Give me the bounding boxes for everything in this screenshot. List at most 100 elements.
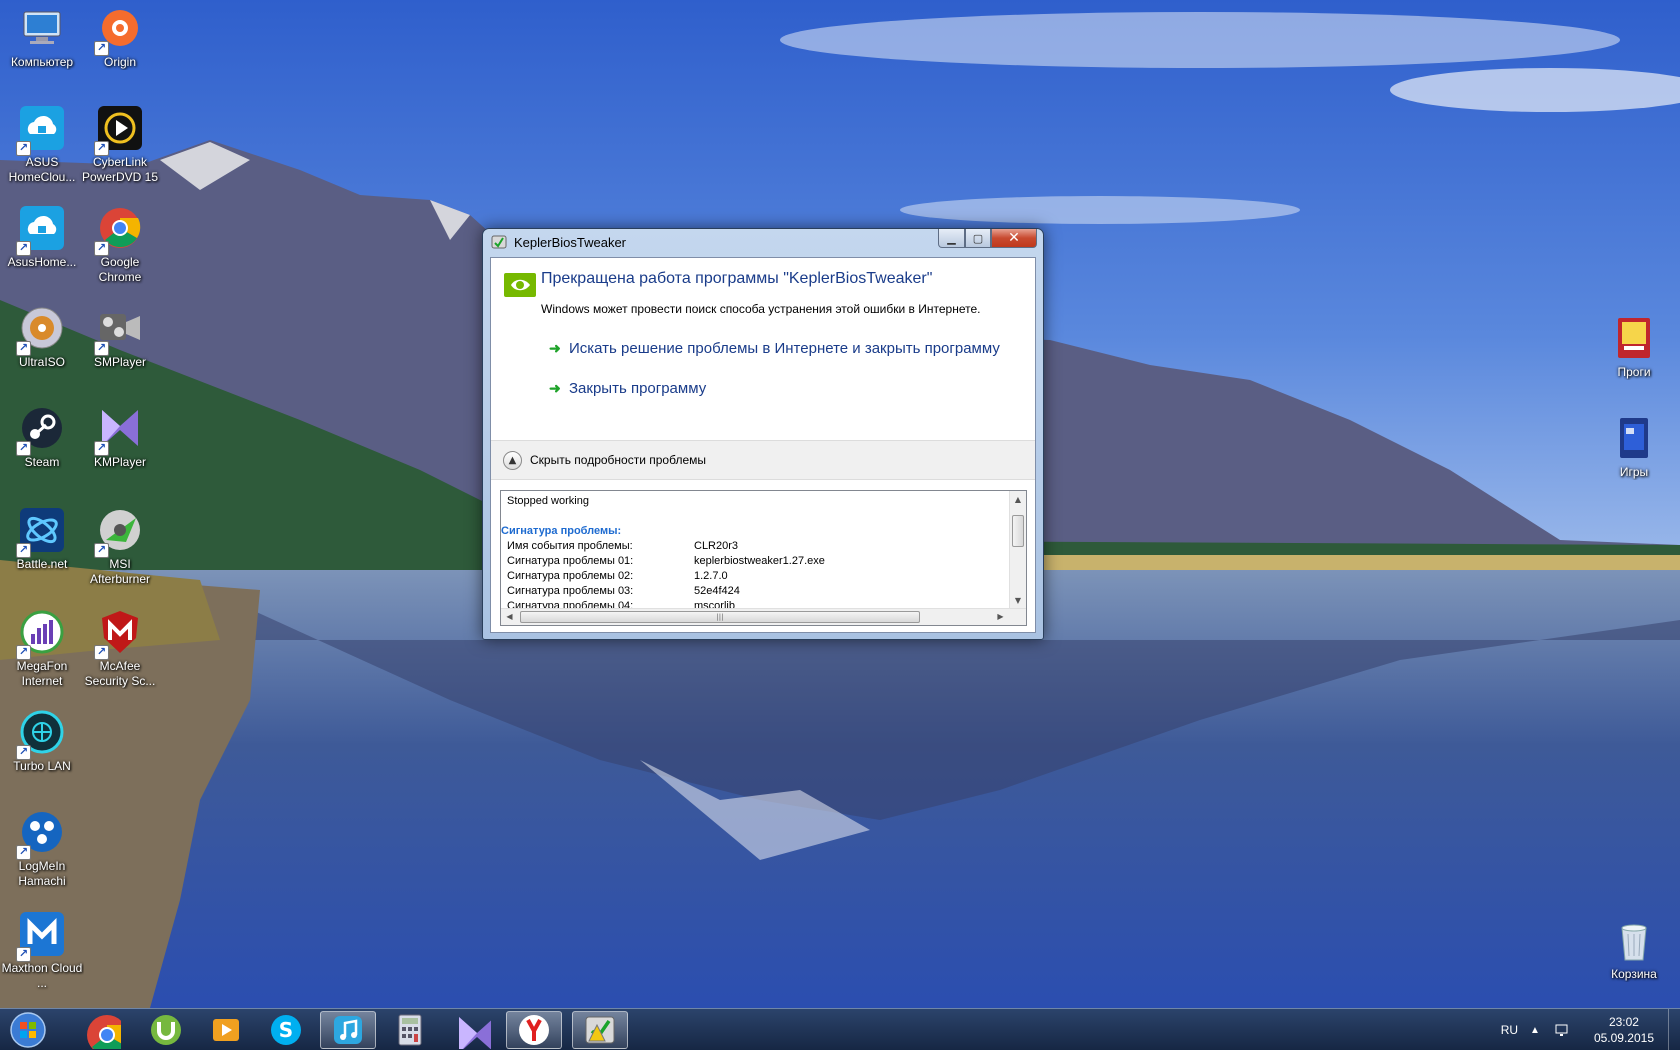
taskbar-app-itunes[interactable] <box>320 1011 376 1049</box>
desktop-icon-0[interactable]: Компьютер <box>0 0 84 96</box>
details-section-title: Сигнатура проблемы: <box>501 525 622 537</box>
shortcut-arrow-icon: ↗ <box>94 441 109 456</box>
calculator-icon <box>398 1014 422 1046</box>
desktop-icon-4[interactable]: ↗ AsusHome... <box>0 200 84 296</box>
shortcut-arrow-icon: ↗ <box>16 845 31 860</box>
desktop-icon-14[interactable]: ↗ Turbo LAN <box>0 704 84 800</box>
desktop-icon-13[interactable]: ↗ McAfee Security Sc... <box>78 604 162 700</box>
scroll-thumb[interactable] <box>1012 515 1024 547</box>
yandex-icon <box>519 1015 549 1045</box>
recycle-bin-icon <box>1621 924 1647 961</box>
details-textbox[interactable]: Stopped working Сигнатура проблемы: Имя … <box>500 490 1027 626</box>
search-solution-command[interactable]: ➜ Искать решение проблемы в Интернете и … <box>549 340 1000 357</box>
desktop-icon-label: Turbo LAN <box>13 759 71 773</box>
desktop-icon-label: McAfee Security Sc... <box>84 659 156 688</box>
details-header: Stopped working <box>507 495 589 507</box>
scroll-up-icon[interactable]: ▲ <box>1010 491 1026 508</box>
desktop-icon-12[interactable]: ↗ MegaFon Internet <box>0 604 84 700</box>
desktop-icon-label: UltraISO <box>18 355 65 369</box>
details-content: Stopped working Сигнатура проблемы: Имя … <box>501 491 1009 609</box>
shortcut-arrow-icon: ↗ <box>94 241 109 256</box>
shortcut-arrow-icon: ↗ <box>16 241 31 256</box>
details-row: Сигнатура проблемы 02: 1.2.7.0 <box>507 570 1003 585</box>
desktop-icon-8[interactable]: ↗ Steam <box>0 400 84 496</box>
desktop-icon-11[interactable]: ↗ MSI Afterburner <box>78 502 162 598</box>
details-key: Сигнатура проблемы 03: <box>507 585 634 597</box>
desktop-icon-10[interactable]: ↗ Battle.net <box>0 502 84 598</box>
shortcut-arrow-icon: ↗ <box>16 543 31 558</box>
dialog-title: KeplerBiosTweaker <box>514 234 626 250</box>
desktop-icon-right-1[interactable]: Игры <box>1592 410 1676 506</box>
details-value: keplerbiostweaker1.27.exe <box>694 555 825 567</box>
scroll-down-icon[interactable]: ▼ <box>1010 592 1026 609</box>
green-arrow-icon: ➜ <box>549 380 561 396</box>
desktop-icon-2[interactable]: ↗ ASUS HomeClou... <box>0 100 84 196</box>
close-button[interactable]: ✕ <box>991 229 1037 248</box>
desktop-icon-3[interactable]: ↗ CyberLink PowerDVD 15 <box>78 100 162 196</box>
show-desktop-button[interactable] <box>1668 1009 1680 1050</box>
details-value: 1.2.7.0 <box>694 570 728 582</box>
details-row: Сигнатура проблемы 01: keplerbiostweaker1… <box>507 555 1003 570</box>
language-indicator[interactable]: RU <box>1501 1023 1518 1037</box>
details-value: 52e4f424 <box>694 585 740 597</box>
taskbar-app-chrome[interactable] <box>74 1011 130 1049</box>
taskbar-app-kepler-tweaker[interactable] <box>572 1011 628 1049</box>
kepler-tweaker-icon <box>491 235 507 249</box>
taskbar-app-utorrent[interactable] <box>138 1011 194 1049</box>
error-dialog: KeplerBiosTweaker ▁ ▢ ✕ Прекращена работ… <box>482 228 1044 640</box>
taskbar-app-kmplayer[interactable] <box>444 1011 500 1049</box>
close-program-command[interactable]: ➜ Закрыть программу <box>549 380 706 397</box>
desktop-icon-15[interactable]: ↗ LogMeIn Hamachi <box>0 804 84 900</box>
taskbar-app-media-player[interactable] <box>198 1011 254 1049</box>
windows-logo-icon <box>10 1012 46 1048</box>
network-icon[interactable] <box>1554 1022 1570 1038</box>
maximize-button[interactable]: ▢ <box>965 229 991 248</box>
start-button[interactable] <box>6 1011 50 1049</box>
desktop-icon-1[interactable]: ↗ Origin <box>78 0 162 96</box>
taskbar-app-calculator[interactable] <box>382 1011 438 1049</box>
itunes-icon <box>334 1016 362 1044</box>
taskbar: S RU ▲ 23:02 05.09.2015 <box>0 1008 1680 1050</box>
desktop-icon-7[interactable]: ↗ SMPlayer <box>78 300 162 396</box>
desktop-icon-label: Steam <box>24 455 60 469</box>
desktop-icon-9[interactable]: ↗ KMPlayer <box>78 400 162 496</box>
desktop-icon-label: Корзина <box>1611 967 1657 981</box>
details-key: Сигнатура проблемы 01: <box>507 555 634 567</box>
desktop-icon-label: AsusHome... <box>7 255 77 269</box>
nvidia-warning-icon <box>504 273 536 297</box>
desktop-icon-label: MSI Afterburner <box>89 557 151 586</box>
computer-icon <box>23 11 61 44</box>
horizontal-scrollbar[interactable]: ◀ ||| ▶ <box>501 608 1026 625</box>
desktop-icon-right-2[interactable]: Корзина <box>1592 912 1676 1008</box>
show-hidden-icons-icon[interactable]: ▲ <box>1530 1025 1540 1036</box>
scroll-left-icon[interactable]: ◀ <box>501 609 518 625</box>
clock[interactable]: 23:02 05.09.2015 <box>1594 1014 1654 1046</box>
details-key: Сигнатура проблемы 02: <box>507 570 634 582</box>
desktop-icon-label: Проги <box>1617 365 1651 379</box>
hscroll-thumb[interactable]: ||| <box>520 611 920 623</box>
desktop-icon-6[interactable]: ↗ UltraISO <box>0 300 84 396</box>
desktop-icon-label: ASUS HomeClou... <box>8 155 76 184</box>
shortcut-arrow-icon: ↗ <box>16 947 31 962</box>
desktop-icon-16[interactable]: ↗ Maxthon Cloud ... <box>0 906 84 1002</box>
dialog-titlebar[interactable]: KeplerBiosTweaker ▁ ▢ ✕ <box>483 229 1043 255</box>
desktop-icon-label: SMPlayer <box>93 355 146 369</box>
shortcut-arrow-icon: ↗ <box>94 141 109 156</box>
kmplayer-icon <box>459 1017 491 1049</box>
desktop-icon-label: Battle.net <box>16 557 68 571</box>
desktop-icon-right-0[interactable]: Проги <box>1592 310 1676 406</box>
vertical-scrollbar[interactable]: ▲ ▼ <box>1009 491 1026 609</box>
desktop-icon-label: Origin <box>103 55 136 69</box>
details-toggle[interactable]: ▲ Скрыть подробности проблемы <box>491 440 1035 480</box>
scroll-right-icon[interactable]: ▶ <box>992 609 1009 625</box>
chevron-up-icon: ▲ <box>503 450 522 470</box>
desktop-icon-label: MegaFon Internet <box>16 659 68 688</box>
taskbar-app-yandex[interactable] <box>506 1011 562 1049</box>
skype-icon: S <box>271 1015 301 1045</box>
dialog-client-area: Прекращена работа программы "KeplerBiosT… <box>490 257 1036 633</box>
shortcut-arrow-icon: ↗ <box>16 645 31 660</box>
taskbar-app-skype[interactable]: S <box>258 1011 314 1049</box>
minimize-button[interactable]: ▁ <box>938 229 965 248</box>
desktop-icon-5[interactable]: ↗ Google Chrome <box>78 200 162 296</box>
desktop-icon-label: LogMeIn Hamachi <box>18 859 66 888</box>
